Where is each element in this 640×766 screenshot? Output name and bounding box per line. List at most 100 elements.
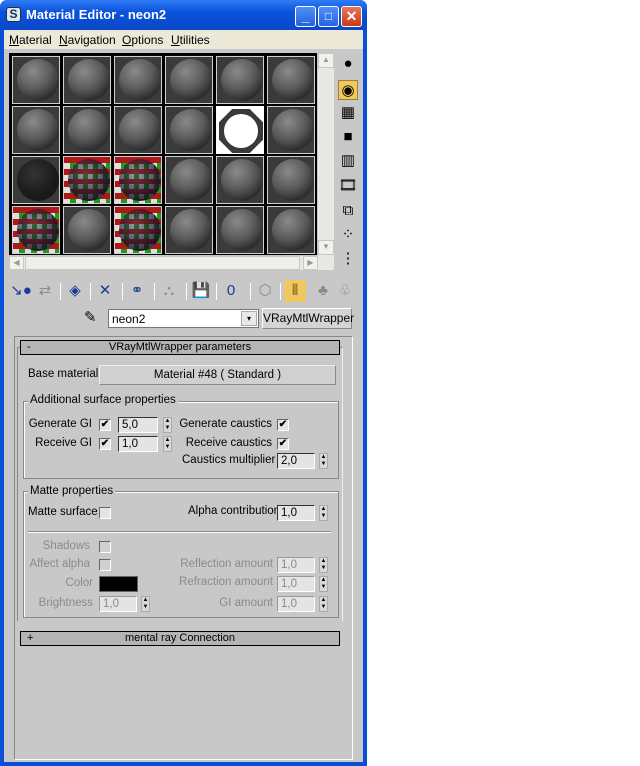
shadows-checkbox[interactable]	[99, 541, 111, 553]
generate-gi-input[interactable]: 5,0	[118, 417, 158, 433]
background-checker-icon[interactable]: ▦	[338, 103, 358, 123]
sample-slot[interactable]	[63, 56, 111, 104]
make-unique-icon[interactable]: ⛬	[158, 280, 180, 302]
menu-options[interactable]: Options	[122, 33, 163, 47]
material-name-dropdown-icon[interactable]: ▾	[241, 311, 257, 326]
generate-caustics-checkbox[interactable]: ✔	[277, 419, 289, 431]
gi-amount-spinner[interactable]: ▲ ▼	[319, 596, 328, 612]
menu-utilities[interactable]: Utilities	[171, 33, 210, 47]
sample-slot[interactable]	[165, 206, 213, 254]
sample-slot[interactable]	[114, 106, 162, 154]
sample-type-icon[interactable]: ●	[338, 54, 358, 74]
sample-slot[interactable]	[63, 206, 111, 254]
receive-gi-checkbox[interactable]: ✔	[99, 438, 111, 450]
alpha-contribution-input[interactable]: 1,0	[277, 505, 315, 521]
backlight-icon[interactable]: ◉	[338, 80, 358, 100]
sample-slot[interactable]	[216, 56, 264, 104]
menu-navigation[interactable]: Navigation	[59, 33, 116, 47]
caustics-multiplier-input[interactable]: 2,0	[277, 453, 315, 469]
generate-gi-label: Generate GI	[28, 418, 92, 430]
sample-slot[interactable]	[165, 56, 213, 104]
refraction-amount-spinner[interactable]: ▲ ▼	[319, 576, 328, 592]
scroll-left-button[interactable]: ◀	[9, 256, 24, 270]
minimize-button[interactable]: _	[295, 6, 316, 27]
sample-slot[interactable]	[12, 56, 60, 104]
surface-group-title: Additional surface properties	[28, 394, 178, 406]
sample-slot[interactable]	[267, 156, 315, 204]
sample-slot[interactable]	[12, 156, 60, 204]
brightness-spinner[interactable]: ▲ ▼	[141, 596, 150, 612]
sample-slot[interactable]	[216, 206, 264, 254]
scroll-right-button[interactable]: ▶	[303, 256, 318, 270]
material-type-button[interactable]: VRayMtlWrapper	[262, 308, 354, 329]
show-end-result-icon[interactable]: ⫴	[284, 280, 306, 302]
material-sphere	[17, 109, 59, 151]
matte-group-title: Matte properties	[28, 485, 116, 497]
sample-slot[interactable]	[114, 56, 162, 104]
material-sphere	[224, 114, 258, 148]
title-bar[interactable]: S Material Editor - neon2 _ □ ✕	[0, 0, 367, 30]
receive-caustics-checkbox[interactable]: ✔	[277, 438, 289, 450]
color-swatch[interactable]	[99, 576, 138, 592]
close-button[interactable]: ✕	[341, 6, 362, 27]
go-forward-to-sibling-icon[interactable]: ♧	[334, 280, 356, 302]
sample-uv-tiling-icon[interactable]: ■	[338, 127, 358, 147]
material-name-input[interactable]: neon2	[108, 309, 259, 328]
make-copy-icon[interactable]: ⚭	[126, 280, 148, 302]
material-sphere	[170, 209, 212, 251]
make-preview-icon[interactable]: 🎞	[338, 176, 358, 196]
refraction-amount-input[interactable]: 1,0	[277, 576, 315, 592]
caustics-multiplier-spinner[interactable]: ▲ ▼	[319, 453, 328, 469]
sample-slot[interactable]	[114, 206, 162, 254]
sample-slot[interactable]	[267, 106, 315, 154]
sample-slot[interactable]	[165, 156, 213, 204]
scroll-up-button[interactable]: ▲	[318, 53, 334, 68]
put-to-library-icon[interactable]: 💾	[190, 280, 212, 302]
sample-slot[interactable]	[63, 106, 111, 154]
sample-slot[interactable]	[165, 106, 213, 154]
video-color-check-icon[interactable]: ▥	[338, 151, 358, 171]
gi-amount-label: GI amount	[219, 597, 273, 609]
brightness-input[interactable]: 1,0	[99, 596, 137, 612]
matte-surface-checkbox[interactable]	[99, 507, 111, 519]
sample-slot[interactable]	[63, 156, 111, 204]
material-sphere	[68, 109, 110, 151]
material-navigator-icon[interactable]: ⋮	[338, 249, 358, 269]
vertical-scrollbar[interactable]: ▲ ▼	[318, 53, 334, 270]
sample-slot[interactable]	[12, 206, 60, 254]
assign-to-selection-icon[interactable]: ◈	[64, 280, 86, 302]
menu-material[interactable]: Material	[9, 33, 52, 47]
sample-slot[interactable]	[216, 106, 264, 154]
sample-slot[interactable]	[267, 56, 315, 104]
scroll-down-button[interactable]: ▼	[318, 240, 334, 255]
generate-gi-checkbox[interactable]: ✔	[99, 419, 111, 431]
horizontal-scrollbar[interactable]: ◀ ▶	[9, 256, 318, 270]
sample-slot[interactable]	[216, 156, 264, 204]
sample-slot-grid	[9, 53, 317, 255]
show-map-in-viewport-icon[interactable]: ⬡	[254, 280, 276, 302]
put-to-scene-icon[interactable]: ⇄	[34, 280, 56, 302]
material-sphere	[272, 59, 314, 101]
receive-gi-input[interactable]: 1,0	[118, 436, 158, 452]
sample-slot[interactable]	[12, 106, 60, 154]
gi-amount-input[interactable]: 1,0	[277, 596, 315, 612]
alpha-contribution-spinner[interactable]: ▲ ▼	[319, 505, 328, 521]
reset-map-icon[interactable]: ✕	[94, 280, 116, 302]
rollout-header-mental-ray[interactable]: + mental ray Connection	[20, 631, 340, 646]
maximize-button[interactable]: □	[318, 6, 339, 27]
pick-material-icon[interactable]: ✎	[84, 308, 97, 326]
material-effects-channel-icon[interactable]: 0	[220, 280, 242, 302]
sample-slot[interactable]	[114, 156, 162, 204]
affect-alpha-checkbox[interactable]	[99, 559, 111, 571]
sample-slot[interactable]	[267, 206, 315, 254]
reflection-amount-spinner[interactable]: ▲ ▼	[319, 557, 328, 573]
get-material-icon[interactable]: ↘●	[10, 280, 32, 302]
go-to-parent-icon[interactable]: ♣	[312, 280, 334, 302]
select-by-material-icon[interactable]: ⁘	[338, 225, 358, 245]
scroll-thumb[interactable]	[25, 256, 300, 270]
toolbar-separator	[280, 283, 281, 300]
reflection-amount-input[interactable]: 1,0	[277, 557, 315, 573]
base-material-button[interactable]: Material #48 ( Standard )	[99, 365, 336, 385]
rollout-header-vraymtlwrapper[interactable]: - VRayMtlWrapper parameters	[20, 340, 340, 355]
options-icon[interactable]: ⧉	[338, 201, 358, 221]
